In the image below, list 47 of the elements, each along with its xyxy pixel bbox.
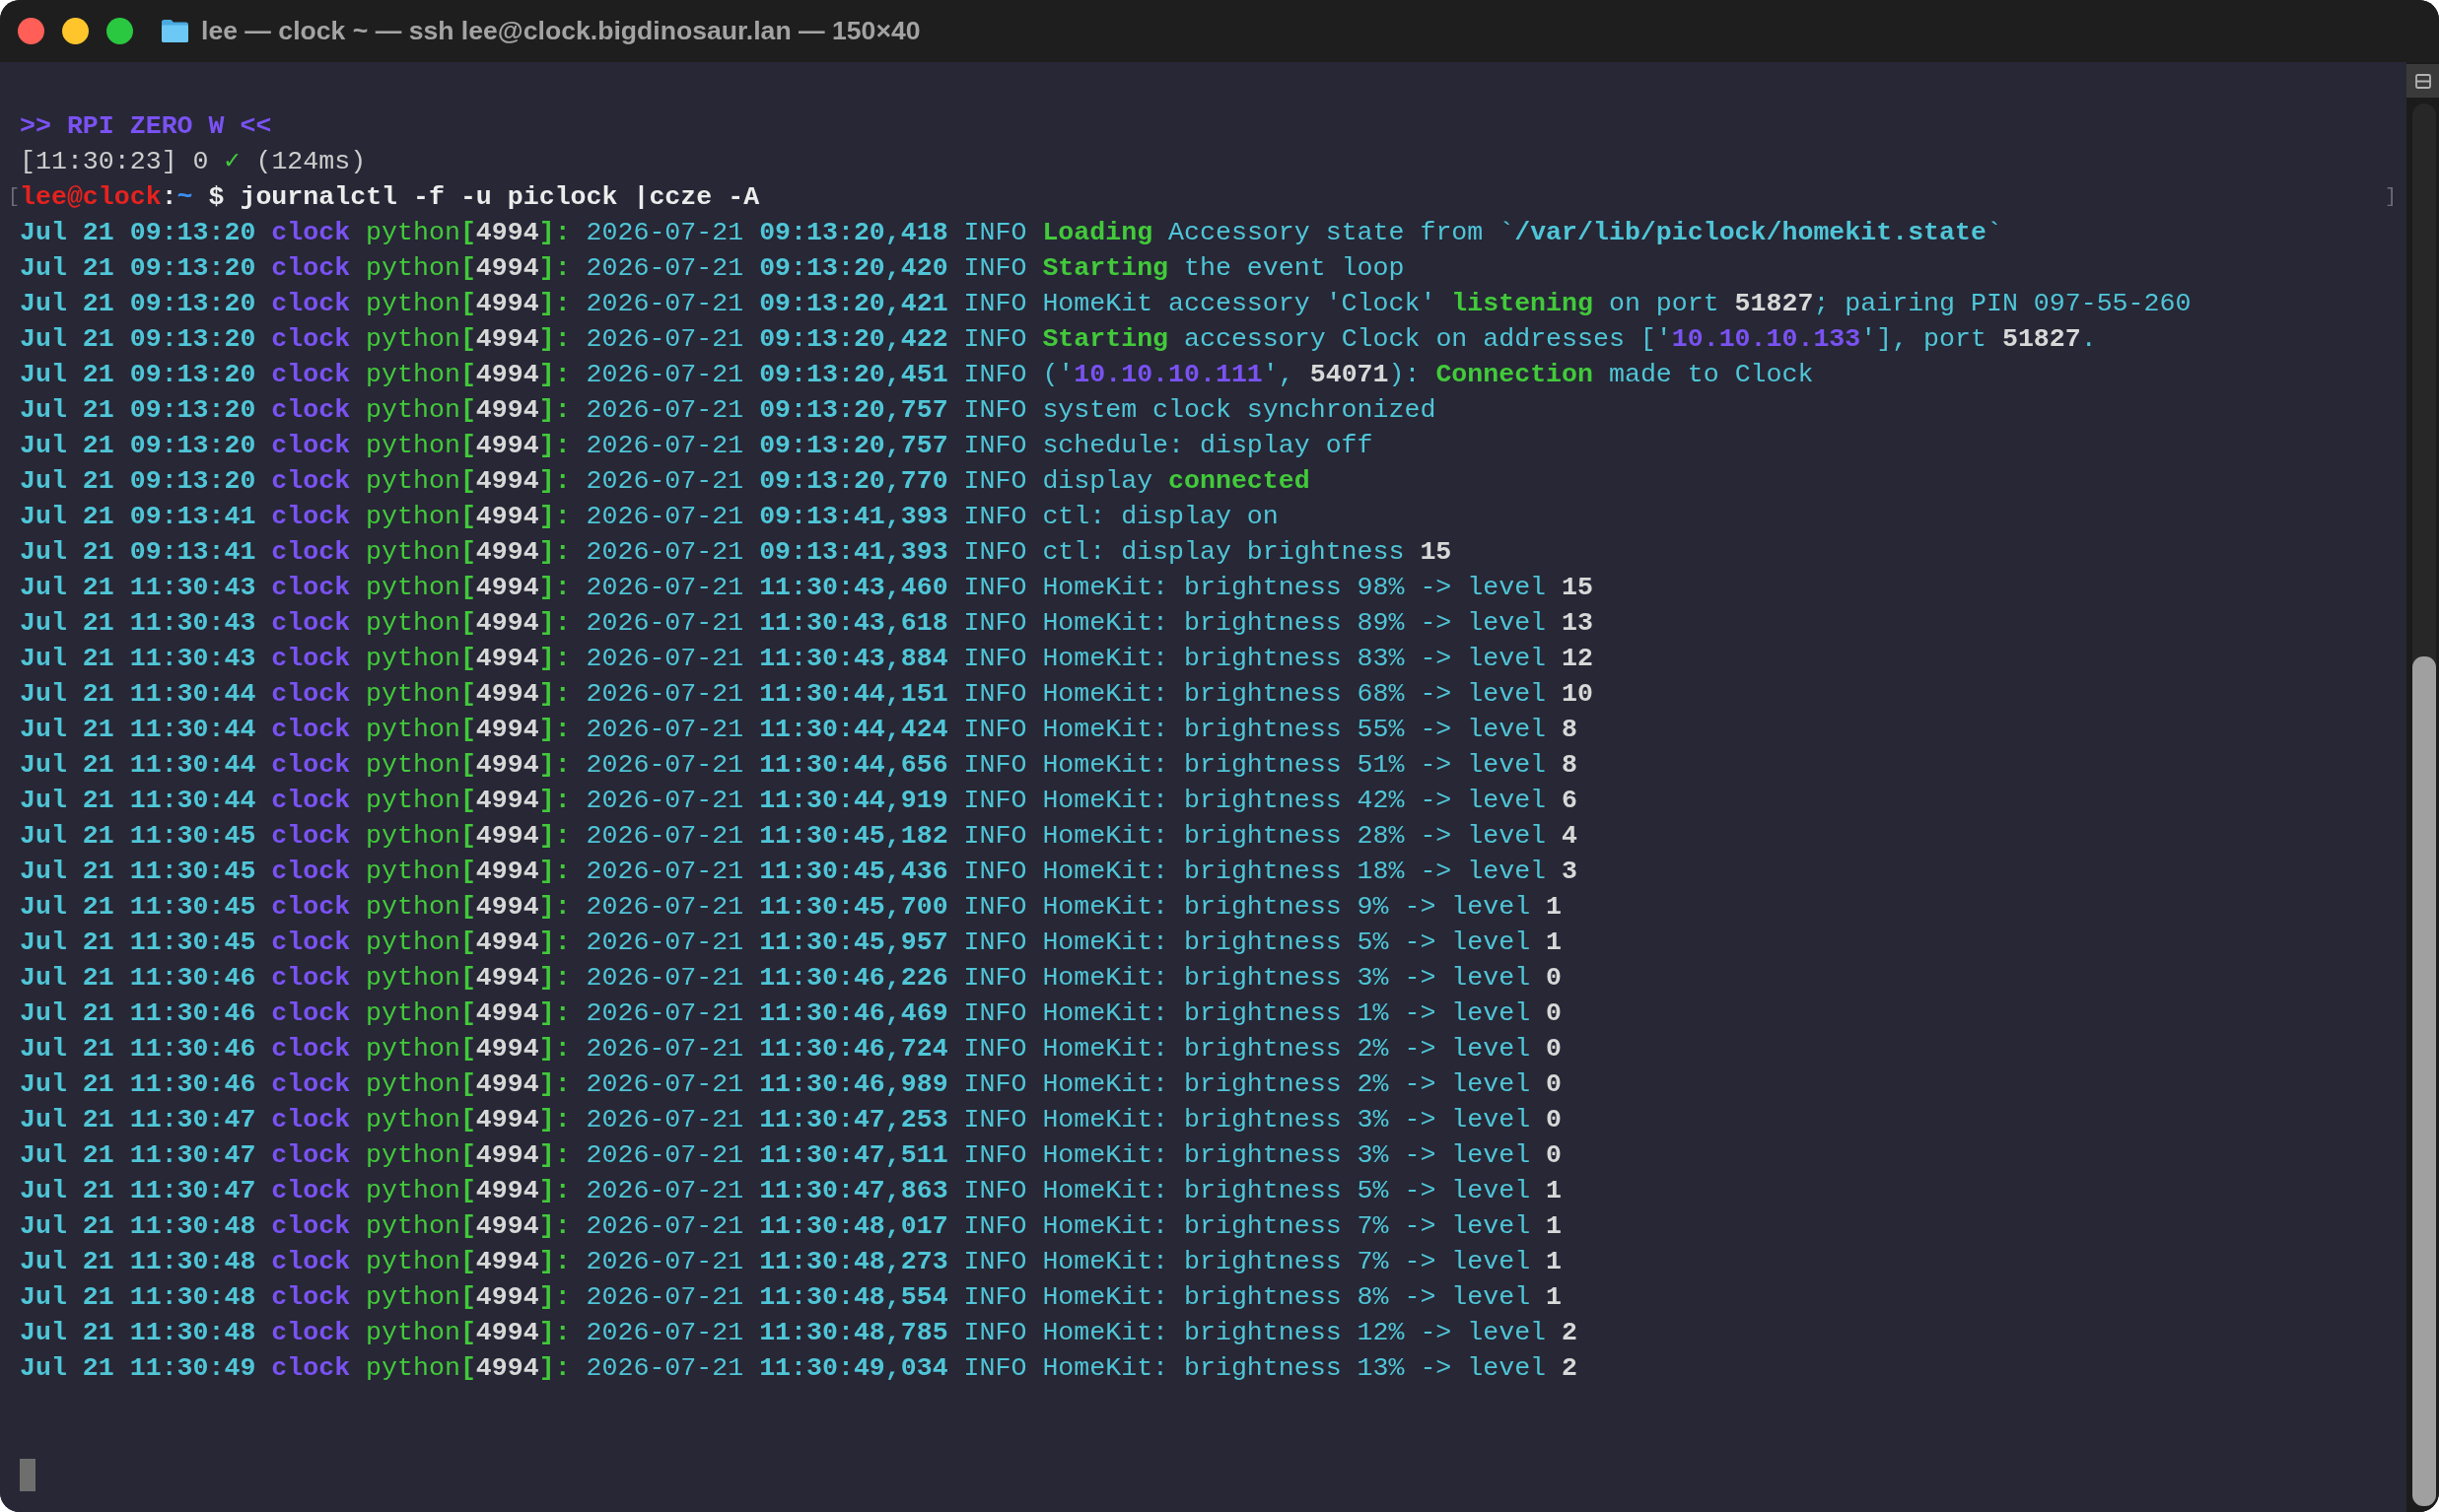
status-line: [11:30:23] 0 ✓ (124ms) [20,146,367,178]
log-line: Jul 21 11:30:45 clock python[4994]: 2026-07-21 11:30:45,957 INFO HomeKit: brightness 5% -> level 1 [20,927,1563,959]
log-line: Jul 21 09:13:20 clock python[4994]: 2026-07-21 09:13:20,451 INFO ('10.10.10.111', 54071): Connection made to Clock [20,359,1814,391]
split-pane-icon [2414,73,2431,89]
minimize-button[interactable] [62,18,89,44]
log-line: Jul 21 11:30:47 clock python[4994]: 2026-07-21 11:30:47,863 INFO HomeKit: brightness 5% -> level 1 [20,1175,1563,1207]
log-line: Jul 21 11:30:46 clock python[4994]: 2026-07-21 11:30:46,469 INFO HomeKit: brightness 1% -> level 0 [20,997,1563,1030]
log-line: Jul 21 09:13:20 clock python[4994]: 2026-07-21 09:13:20,757 INFO system clock synchronized [20,394,1436,427]
log-line: Jul 21 09:13:20 clock python[4994]: 2026-07-21 09:13:20,420 INFO Starting the event loop [20,252,1405,285]
log-line: Jul 21 11:30:48 clock python[4994]: 2026-07-21 11:30:48,785 INFO HomeKit: brightness 12% -> level 2 [20,1317,1577,1349]
log-line: Jul 21 11:30:45 clock python[4994]: 2026-07-21 11:30:45,700 INFO HomeKit: brightness 9% -> level 1 [20,891,1563,924]
log-line: Jul 21 11:30:45 clock python[4994]: 2026-07-21 11:30:45,436 INFO HomeKit: brightness 18% -> level 3 [20,856,1577,888]
prompt-marker: ] [2385,185,2397,209]
log-line: Jul 21 09:13:20 clock python[4994]: 2026-07-21 09:13:20,418 INFO Loading Accessory state from `/var/lib/piclock/homekit.state` [20,217,2002,249]
log-line: Jul 21 11:30:44 clock python[4994]: 2026-07-21 11:30:44,656 INFO HomeKit: brightness 51% -> level 8 [20,749,1577,782]
log-line: Jul 21 11:30:46 clock python[4994]: 2026-07-21 11:30:46,989 INFO HomeKit: brightness 2% -> level 0 [20,1068,1563,1101]
log-line: Jul 21 09:13:20 clock python[4994]: 2026-07-21 09:13:20,757 INFO schedule: display off [20,430,1373,462]
command-line: lee@clock:~ $ journalctl -f -u piclock |ccze -A [20,181,760,214]
log-line: Jul 21 11:30:43 clock python[4994]: 2026-07-21 11:30:43,460 INFO HomeKit: brightness 98% -> level 15 [20,572,1593,604]
prompt-marker: [ [8,185,20,209]
log-line: Jul 21 11:30:44 clock python[4994]: 2026-07-21 11:30:44,151 INFO HomeKit: brightness 68% -> level 10 [20,678,1593,711]
log-line: Jul 21 09:13:41 clock python[4994]: 2026-07-21 09:13:41,393 INFO ctl: display on [20,501,1279,533]
log-line: Jul 21 11:30:44 clock python[4994]: 2026-07-21 11:30:44,424 INFO HomeKit: brightness 55% -> level 8 [20,714,1577,746]
log-line: Jul 21 11:30:49 clock python[4994]: 2026-07-21 11:30:49,034 INFO HomeKit: brightness 13% -> level 2 [20,1352,1577,1385]
text-cursor [20,1458,35,1491]
scrollbar-thumb[interactable] [2412,656,2436,1506]
log-line: Jul 21 11:30:47 clock python[4994]: 2026-07-21 11:30:47,511 INFO HomeKit: brightness 3% -> level 0 [20,1139,1563,1172]
window-title: lee — clock ~ — ssh lee@clock.bigdinosaur.lan — 150×40 [201,16,921,46]
log-line: Jul 21 11:30:44 clock python[4994]: 2026-07-21 11:30:44,919 INFO HomeKit: brightness 42% -> level 6 [20,785,1577,817]
log-line: Jul 21 11:30:46 clock python[4994]: 2026-07-21 11:30:46,724 INFO HomeKit: brightness 2% -> level 0 [20,1033,1563,1065]
log-line: Jul 21 11:30:47 clock python[4994]: 2026-07-21 11:30:47,253 INFO HomeKit: brightness 3% -> level 0 [20,1104,1563,1136]
log-line: Jul 21 11:30:48 clock python[4994]: 2026-07-21 11:30:48,273 INFO HomeKit: brightness 7% -> level 1 [20,1246,1563,1278]
log-line: Jul 21 11:30:43 clock python[4994]: 2026-07-21 11:30:43,884 INFO HomeKit: brightness 83% -> level 12 [20,643,1593,675]
log-line: Jul 21 11:30:48 clock python[4994]: 2026-07-21 11:30:48,017 INFO HomeKit: brightness 7% -> level 1 [20,1210,1563,1243]
log-line: Jul 21 09:13:41 clock python[4994]: 2026-07-21 09:13:41,393 INFO ctl: display brightness 15 [20,536,1452,569]
log-line: Jul 21 11:30:48 clock python[4994]: 2026-07-21 11:30:48,554 INFO HomeKit: brightness 8% -> level 1 [20,1281,1563,1314]
banner-line: >> RPI ZERO W << [20,110,272,143]
folder-icon [161,19,189,43]
maximize-button[interactable] [106,18,133,44]
log-line: Jul 21 11:30:43 clock python[4994]: 2026-07-21 11:30:43,618 INFO HomeKit: brightness 89% -> level 13 [20,607,1593,640]
log-line: Jul 21 09:13:20 clock python[4994]: 2026-07-21 09:13:20,421 INFO HomeKit accessory 'Clock' listening on port 51827; pairing PIN 097-55-260 [20,288,2192,320]
log-line: Jul 21 09:13:20 clock python[4994]: 2026-07-21 09:13:20,422 INFO Starting accessory Clock on addresses ['10.10.10.133'], port 51827. [20,323,2097,356]
log-line: Jul 21 11:30:45 clock python[4994]: 2026-07-21 11:30:45,182 INFO HomeKit: brightness 28% -> level 4 [20,820,1577,853]
close-button[interactable] [18,18,44,44]
log-line: Jul 21 09:13:20 clock python[4994]: 2026-07-21 09:13:20,770 INFO display connected [20,465,1310,498]
log-line: Jul 21 11:30:46 clock python[4994]: 2026-07-21 11:30:46,226 INFO HomeKit: brightness 3% -> level 0 [20,962,1563,995]
split-pane-button[interactable] [2406,64,2439,98]
